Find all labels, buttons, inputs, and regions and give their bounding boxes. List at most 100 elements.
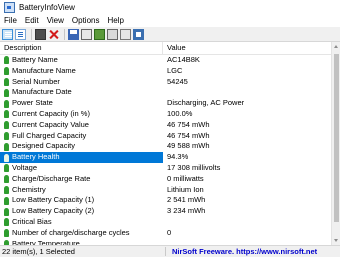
row-label: Charge/Discharge Rate xyxy=(12,173,91,183)
description-cell: Battery Name xyxy=(0,55,163,66)
leaf-icon xyxy=(4,153,9,162)
column-header-description[interactable]: Description xyxy=(0,42,163,54)
description-cell: Manufacture Name xyxy=(0,66,163,77)
menu-file[interactable]: File xyxy=(0,16,21,25)
value-cell: AC14B8K xyxy=(167,55,200,64)
scroll-thumb[interactable] xyxy=(333,54,339,222)
row-label: Battery Name xyxy=(12,55,58,64)
row-label: Voltage xyxy=(12,162,38,172)
description-cell: Designed Capacity xyxy=(0,141,163,152)
row-label: Power State xyxy=(12,98,53,108)
scroll-down-icon[interactable] xyxy=(334,239,338,242)
leaf-icon xyxy=(4,77,9,86)
row-label: Designed Capacity xyxy=(12,141,75,151)
html-report-all-icon[interactable] xyxy=(107,28,118,40)
column-header-value[interactable]: Value xyxy=(163,42,340,54)
menu-bar: File Edit View Options Help xyxy=(0,14,340,27)
table-row[interactable]: Critical Bias xyxy=(0,217,340,228)
row-label: Manufacture Name xyxy=(12,65,76,75)
row-label: Low Battery Capacity (1) xyxy=(12,195,95,205)
html-report-icon[interactable] xyxy=(94,28,105,40)
value-cell: 94.3% xyxy=(163,152,340,163)
value-cell: Lithium Ion xyxy=(167,184,204,194)
value-cell: 0 milliwatts xyxy=(167,173,204,183)
toolbar-separator xyxy=(64,28,65,40)
description-cell: Manufacture Date xyxy=(0,87,163,98)
leaf-icon xyxy=(4,207,9,216)
leaf-icon xyxy=(4,99,9,108)
description-cell: Current Capacity (in %) xyxy=(0,109,163,120)
table-row[interactable]: Low Battery Capacity (1) 2 541 mWh xyxy=(0,195,340,206)
row-label: Chemistry xyxy=(12,184,46,194)
table-row[interactable]: Voltage 17 308 millivolts xyxy=(0,163,340,174)
description-cell: Voltage xyxy=(0,163,163,174)
value-cell: Discharging, AC Power xyxy=(167,98,245,108)
row-label: Critical Bias xyxy=(12,216,52,226)
description-cell: Charge/Discharge Rate xyxy=(0,174,163,185)
description-cell: Critical Bias xyxy=(0,217,163,228)
table-row[interactable]: Full Charged Capacity 46 754 mWh xyxy=(0,131,340,142)
leaf-icon xyxy=(4,110,9,119)
row-label: Battery Health xyxy=(12,152,60,162)
table-row[interactable]: Number of charge/discharge cycles 0 xyxy=(0,228,340,239)
copy-icon[interactable] xyxy=(81,28,92,40)
scroll-up-icon[interactable] xyxy=(334,45,338,48)
window-title: BatteryInfoView xyxy=(19,2,75,12)
description-cell: Chemistry xyxy=(0,185,163,196)
row-label: Number of charge/discharge cycles xyxy=(12,227,130,237)
monitor-icon[interactable] xyxy=(35,28,46,40)
leaf-icon xyxy=(4,175,9,184)
leaf-icon xyxy=(4,185,9,194)
row-label: Full Charged Capacity xyxy=(12,130,87,140)
menu-view[interactable]: View xyxy=(43,16,68,25)
value-cell: LGC xyxy=(167,65,183,75)
value-cell: 3 234 mWh xyxy=(167,206,206,216)
description-cell: Low Battery Capacity (1) xyxy=(0,195,163,206)
table-row[interactable]: Serial Number 54245 xyxy=(0,77,340,88)
vertical-scrollbar[interactable] xyxy=(331,42,340,245)
leaf-icon xyxy=(4,142,9,151)
menu-options[interactable]: Options xyxy=(68,16,104,25)
menu-help[interactable]: Help xyxy=(103,16,127,25)
row-label: Low Battery Capacity (2) xyxy=(12,206,95,216)
table-row[interactable]: Current Capacity (in %) 100.0% xyxy=(0,109,340,120)
leaf-icon xyxy=(4,196,9,205)
save-icon[interactable] xyxy=(68,28,79,40)
value-cell: 2 541 mWh xyxy=(167,195,206,205)
table-row[interactable]: Manufacture Name LGC xyxy=(0,66,340,77)
leaf-icon xyxy=(4,121,9,130)
list-rows: Battery Name AC14B8K Manufacture Name LGC Se… xyxy=(0,55,340,245)
toolbar-separator xyxy=(31,28,32,40)
leaf-icon xyxy=(4,56,9,65)
table-row[interactable]: Chemistry Lithium Ion xyxy=(0,185,340,196)
status-item-count: 22 item(s), 1 Selected xyxy=(0,247,166,256)
menu-edit[interactable]: Edit xyxy=(21,16,43,25)
battery-app-icon xyxy=(4,1,15,13)
search-icon[interactable] xyxy=(120,28,131,40)
table-row[interactable]: Battery Health 94.3% xyxy=(0,152,340,163)
table-row[interactable]: Current Capacity Value 46 754 mWh xyxy=(0,120,340,131)
battery-properties-list[interactable]: Description Value Battery Name AC14B8K Man… xyxy=(0,42,340,245)
leaf-icon xyxy=(4,164,9,173)
list-view-icon[interactable] xyxy=(15,28,26,40)
description-cell: Power State xyxy=(0,98,163,109)
description-cell: Low Battery Capacity (2) xyxy=(0,206,163,217)
delete-x-icon[interactable] xyxy=(48,29,59,40)
table-row[interactable]: Battery Name AC14B8K xyxy=(0,55,340,66)
table-row[interactable]: Low Battery Capacity (2) 3 234 mWh xyxy=(0,206,340,217)
value-cell: 54245 xyxy=(167,76,188,86)
description-cell: Serial Number xyxy=(0,77,163,88)
value-cell: 0 xyxy=(167,227,172,237)
value-cell: 46 754 mWh xyxy=(167,119,210,129)
table-row[interactable]: Charge/Discharge Rate 0 milliwatts xyxy=(0,174,340,185)
properties-view-icon[interactable] xyxy=(2,28,13,40)
table-row[interactable]: Power State Discharging, AC Power xyxy=(0,98,340,109)
table-row[interactable]: Designed Capacity 49 588 mWh xyxy=(0,141,340,152)
description-cell: Number of charge/discharge cycles xyxy=(0,228,163,239)
row-label: Manufacture Date xyxy=(12,87,72,97)
row-label: Serial Number xyxy=(12,76,60,86)
exit-icon[interactable] xyxy=(133,28,144,40)
status-nirsoft-link[interactable]: NirSoft Freeware. https://www.nirsoft.ne… xyxy=(166,247,317,256)
table-row[interactable]: Manufacture Date xyxy=(0,87,340,98)
description-cell: Full Charged Capacity xyxy=(0,131,163,142)
